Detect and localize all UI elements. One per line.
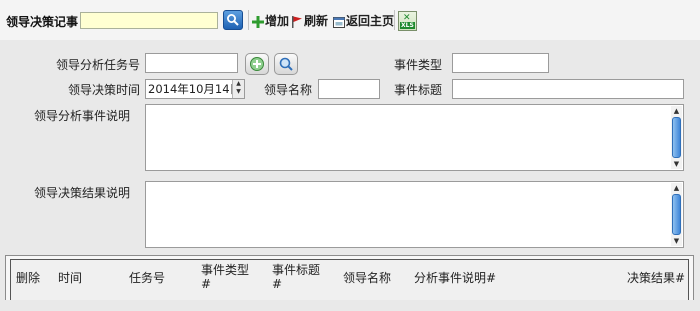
analysis-scrollbar[interactable]: ▲ ▼	[671, 106, 682, 169]
column-header-event-title[interactable]: 事件标题 #	[272, 263, 320, 303]
event-title-input[interactable]	[452, 79, 684, 99]
export-icon-text: XLS	[400, 22, 415, 29]
column-header-time[interactable]: 时间	[58, 271, 82, 311]
column-header-analysis[interactable]: 分析事件说明#	[414, 271, 496, 311]
event-title-label: 事件标题	[393, 83, 442, 97]
add-task-button[interactable]	[245, 53, 269, 75]
toolbar: 领导决策记事 增加 刷新 返回主页 ✕ XLS	[0, 0, 700, 40]
plus-circle-icon	[250, 57, 264, 71]
analysis-label: 领导分析事件说明	[33, 109, 130, 123]
event-type-label: 事件类型	[393, 58, 442, 72]
spin-up-icon: ▲	[236, 80, 241, 87]
add-button[interactable]: 增加	[252, 12, 289, 28]
plus-icon	[252, 16, 264, 31]
add-label: 增加	[265, 14, 290, 28]
refresh-button[interactable]: 刷新	[292, 12, 328, 28]
flag-icon	[292, 16, 303, 31]
data-grid: 删除 时间 任务号 事件类型 # 事件标题 # 领导名称 分析事件说明# 决策结…	[5, 255, 694, 300]
date-spinner[interactable]: ▲ ▼	[232, 80, 244, 98]
result-scrollbar[interactable]: ▲ ▼	[671, 183, 682, 246]
search-input[interactable]	[80, 12, 218, 29]
scroll-up-icon[interactable]: ▲	[671, 106, 682, 116]
toolbar-divider	[248, 10, 249, 30]
decision-time-value: 2014年10月14日	[148, 82, 242, 96]
decision-time-picker[interactable]: 2014年10月14日 ▲ ▼	[145, 79, 245, 99]
leader-name-input[interactable]	[318, 79, 380, 99]
scroll-down-icon[interactable]: ▼	[671, 236, 682, 246]
grid-header: 删除 时间 任务号 事件类型 # 事件标题 # 领导名称 分析事件说明# 决策结…	[10, 259, 689, 300]
home-label: 返回主页	[346, 14, 395, 28]
scroll-thumb[interactable]	[672, 194, 681, 235]
magnifier-icon	[279, 57, 293, 71]
export-excel-button[interactable]: ✕ XLS	[398, 11, 417, 31]
result-textarea[interactable]: ▲ ▼	[145, 181, 684, 248]
lookup-task-button[interactable]	[274, 53, 298, 75]
leader-name-label: 领导名称	[264, 83, 313, 97]
scroll-up-icon[interactable]: ▲	[671, 183, 682, 193]
scroll-thumb[interactable]	[672, 117, 681, 158]
event-type-input[interactable]	[452, 53, 549, 73]
search-icon	[227, 14, 239, 26]
column-header-leader-name[interactable]: 领导名称	[343, 271, 391, 311]
home-button[interactable]: 返回主页	[333, 12, 394, 28]
refresh-label: 刷新	[304, 14, 329, 28]
decision-time-label: 领导决策时间	[67, 83, 140, 97]
column-header-delete[interactable]: 删除	[16, 271, 40, 311]
task-no-label: 领导分析任务号	[55, 58, 140, 72]
spin-down-icon: ▼	[236, 88, 241, 95]
page-title: 领导决策记事	[6, 15, 79, 29]
analysis-textarea[interactable]: ▲ ▼	[145, 104, 684, 171]
result-label: 领导决策结果说明	[33, 186, 130, 200]
search-button[interactable]	[223, 10, 243, 30]
column-header-event-type[interactable]: 事件类型 #	[201, 263, 249, 303]
toolbar-divider	[394, 10, 395, 30]
column-header-result[interactable]: 决策结果#	[627, 271, 685, 311]
scroll-down-icon[interactable]: ▼	[671, 159, 682, 169]
task-no-input[interactable]	[145, 53, 238, 73]
window-icon	[333, 17, 345, 31]
column-header-task-no[interactable]: 任务号	[129, 271, 165, 311]
